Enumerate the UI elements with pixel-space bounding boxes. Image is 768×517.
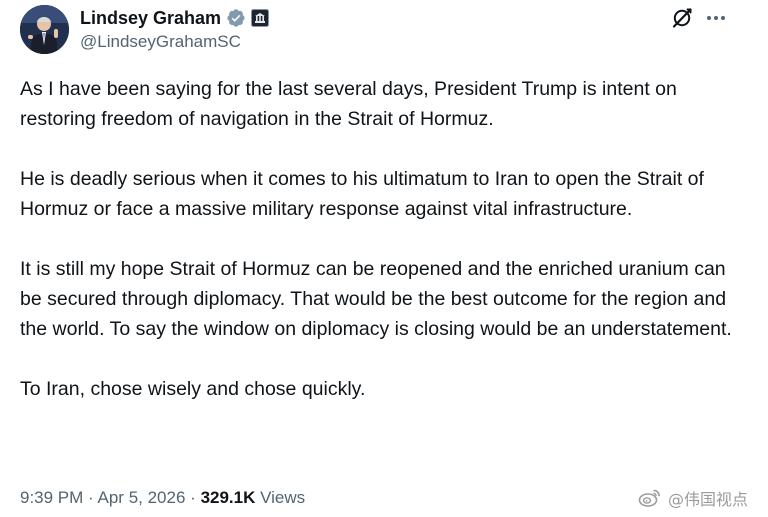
weibo-icon: [638, 488, 662, 508]
grok-icon[interactable]: [670, 6, 694, 30]
tweet-meta: 9:39 PM · Apr 5, 2026 · 329.1K Views: [20, 486, 305, 510]
meta-separator: ·: [88, 488, 94, 507]
tweet-paragraph: It is still my hope Strait of Hormuz can…: [20, 258, 732, 340]
author-display-name[interactable]: Lindsey Graham: [80, 6, 221, 30]
tweet-paragraph: As I have been saying for the last sever…: [20, 78, 677, 130]
meta-separator: ·: [190, 488, 196, 507]
tweet-date[interactable]: Apr 5, 2026: [98, 488, 186, 507]
watermark: @伟国视点: [638, 485, 748, 511]
verified-badge-icon: [226, 8, 246, 28]
author-name-row: Lindsey Graham: [80, 6, 270, 30]
watermark-text: @伟国视点: [668, 490, 749, 509]
author-handle[interactable]: @LindseyGrahamSC: [80, 31, 241, 53]
government-badge-icon[interactable]: [251, 9, 270, 27]
avatar[interactable]: [20, 5, 69, 54]
tweet-text: As I have been saying for the last sever…: [20, 74, 745, 404]
avatar-image: [20, 5, 69, 54]
tweet-paragraph: He is deadly serious when it comes to hi…: [20, 168, 704, 220]
tweet-paragraph: To Iran, chose wisely and chose quickly.: [20, 378, 366, 400]
more-icon[interactable]: [703, 7, 729, 29]
views-label: Views: [260, 488, 306, 507]
tweet-time[interactable]: 9:39 PM: [20, 488, 83, 507]
tweet-card: Lindsey Graham @LindseyGrahamSC As I hav…: [0, 0, 768, 517]
views-count[interactable]: 329.1K: [201, 488, 256, 507]
